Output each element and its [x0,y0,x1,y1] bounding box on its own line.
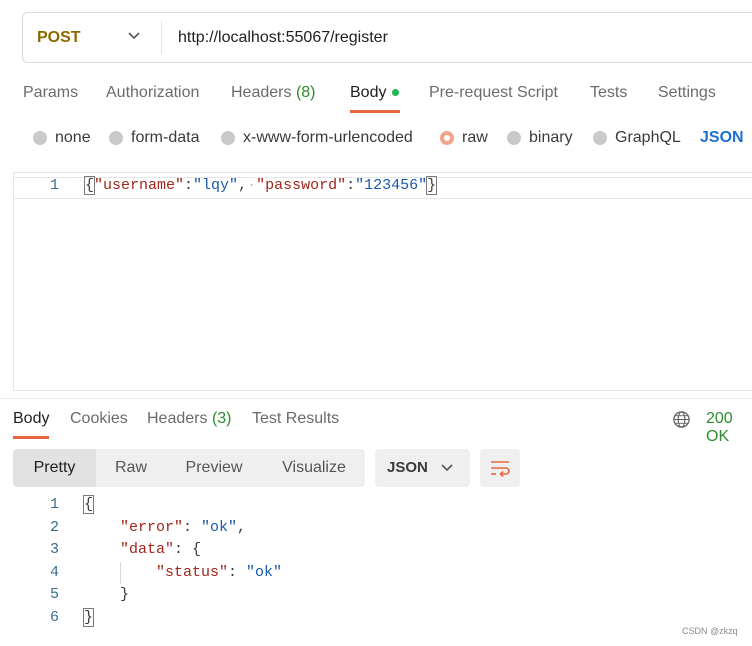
radio-urlencoded[interactable]: x-www-form-urlencoded [221,129,413,147]
json-brace: { [192,541,202,558]
response-body-line: "data": { [120,539,201,561]
json-colon: : [228,564,247,581]
tab-params[interactable]: Params [23,84,78,102]
radio-binary[interactable]: binary [507,129,573,147]
response-tab-body[interactable]: Body [13,410,49,428]
request-body-line: {"username":"lqy",·"password":"123456"} [83,176,438,195]
body-format-select[interactable]: JSON [700,129,744,147]
json-comma: , [238,177,248,194]
line-number: 2 [49,519,59,536]
tab-authorization[interactable]: Authorization [106,84,199,102]
radio-circle [33,131,47,145]
response-tab-test-results[interactable]: Test Results [252,410,339,428]
line-number: 1 [50,177,60,194]
wrap-lines-button[interactable] [480,449,520,487]
response-body-line: "status": "ok" [156,562,282,584]
json-key: "data" [120,541,175,558]
view-visualize-button[interactable]: Visualize [270,449,358,487]
active-tab-indicator [350,110,400,113]
chevron-down-icon [441,464,453,472]
active-tab-indicator [13,436,49,439]
json-colon: : [346,177,356,194]
json-colon: : [174,541,193,558]
method-select[interactable]: POST [37,29,81,47]
radio-form-data-label: form-data [131,129,200,146]
response-format-label: JSON [387,459,428,476]
radio-graphql[interactable]: GraphQL [593,129,681,147]
body-modified-dot [392,89,399,96]
section-divider [0,398,752,399]
line-number: 3 [49,541,59,558]
view-preview-button[interactable]: Preview [171,449,257,487]
json-brace: { [82,495,95,514]
url-input[interactable]: http://localhost:55067/register [178,29,388,47]
line-number: 5 [49,586,59,603]
tab-settings[interactable]: Settings [658,84,716,102]
watermark: CSDN @zkzq [682,626,738,636]
radio-none[interactable]: none [33,129,91,147]
response-body-line: } [82,607,95,629]
radio-circle [109,131,123,145]
view-pretty-button[interactable]: Pretty [13,449,96,487]
response-tab-cookies[interactable]: Cookies [70,410,128,428]
tab-headers-count: (8) [295,84,316,101]
radio-urlencoded-label: x-www-form-urlencoded [243,129,413,146]
response-body-line: "error": "ok", [120,517,246,539]
radio-binary-label: binary [529,129,573,146]
json-brace: { [83,176,96,195]
line-number: 6 [49,609,59,626]
json-comma: , [237,519,247,536]
status-code[interactable]: 200 OK [706,410,752,446]
json-value: "ok" [246,564,283,581]
json-key: "password" [256,177,347,194]
response-body-line: { [82,494,95,516]
tab-prerequest-script[interactable]: Pre-request Script [429,84,558,102]
json-brace: } [82,608,95,627]
tab-tests[interactable]: Tests [590,84,627,102]
wrap-lines-icon [491,461,510,478]
json-brace: } [426,176,438,195]
view-raw-button[interactable]: Raw [96,449,166,487]
response-tab-headers-label: Headers [147,410,208,427]
json-brace: } [120,586,130,603]
json-value: "123456" [355,177,428,194]
json-key: "username" [94,177,185,194]
radio-circle [593,131,607,145]
radio-form-data[interactable]: form-data [109,129,199,147]
tab-body[interactable]: Body [350,84,386,102]
response-body-line: } [120,584,129,606]
response-tab-headers-count: (3) [211,410,232,427]
globe-icon[interactable] [672,410,691,429]
json-key: "status" [156,564,229,581]
radio-none-label: none [55,129,91,146]
tab-headers-label: Headers [231,84,292,101]
radio-raw-label: raw [462,129,488,146]
line-number: 4 [49,564,59,581]
indent-guide [120,562,121,584]
tab-headers[interactable]: Headers (8) [231,84,316,102]
json-value: "lqy" [193,177,239,194]
json-colon: : [183,519,202,536]
url-divider [161,21,162,54]
request-bar: POST http://localhost:55067/register [22,12,752,63]
chevron-down-icon[interactable] [127,29,141,43]
radio-raw[interactable]: raw [440,129,488,147]
json-colon: : [184,177,194,194]
radio-graphql-label: GraphQL [615,129,681,146]
radio-circle [221,131,235,145]
request-body-editor[interactable]: 1 {"username":"lqy",·"password":"123456"… [13,172,752,391]
response-tab-headers[interactable]: Headers (3) [147,410,232,428]
radio-circle-selected [440,131,454,145]
json-key: "error" [120,519,184,536]
line-number: 1 [49,496,59,513]
whitespace-marker: · [247,177,257,194]
radio-circle [507,131,521,145]
json-value: "ok" [201,519,238,536]
